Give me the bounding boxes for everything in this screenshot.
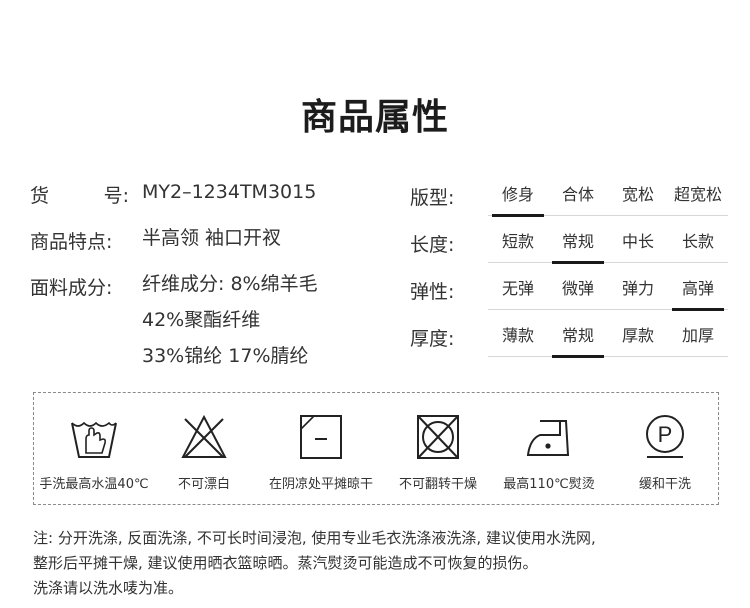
attribute-row: 厚度: 薄款 常规 厚款 加厚 <box>410 321 728 368</box>
attribute-label: 弹性: <box>410 281 455 303</box>
attribute-option-selected: 常规 <box>548 227 608 264</box>
care-item-iron: 最高110℃熨烫 <box>488 393 610 506</box>
care-item-no-tumble-dry: 不可翻转干燥 <box>388 393 488 506</box>
attribute-table: 版型: 修身 合体 宽松 超宽松 长度: 短款 常规 中长 长款 弹性: 无弹 微弹 弹力 高弹 厚度: 薄款常… <box>410 180 728 368</box>
attribute-option: 中长 <box>621 232 654 251</box>
gentle-dry-clean-icon: P <box>646 415 684 458</box>
care-item-hand-wash: 手洗最高水温40℃ <box>34 393 154 506</box>
material-line: 42%聚酯纤维 <box>142 309 261 331</box>
care-label: 缓和干洗 <box>638 477 691 492</box>
attribute-options: 薄款 常规 厚款 加厚 <box>488 321 728 358</box>
svg-text:P: P <box>658 422 673 447</box>
material-line: 33%锦纶 17%腈纶 <box>142 345 309 367</box>
attribute-option: 超宽松 <box>673 185 722 204</box>
attribute-option: 薄款 <box>501 326 534 345</box>
attribute-option-selected: 常规 <box>548 321 608 358</box>
care-notes: 注: 分开洗涤, 反面洗涤, 不可长时间浸泡, 使用专业毛衣洗涤液洗涤, 建议使… <box>33 526 733 601</box>
attribute-row: 版型: 修身 合体 宽松 超宽松 <box>410 180 728 227</box>
sku-value: MY2–1234TM3015 <box>142 181 317 203</box>
attribute-option: 微弹 <box>561 279 594 298</box>
attribute-options: 短款 常规 中长 长款 <box>488 227 728 264</box>
attribute-label: 厚度: <box>410 328 455 350</box>
note-line: 注: 分开洗涤, 反面洗涤, 不可长时间浸泡, 使用专业毛衣洗涤液洗涤, 建议使… <box>33 529 596 547</box>
sku-label: 货 号: <box>30 181 129 208</box>
no-bleach-icon <box>181 414 227 458</box>
attribute-option-selected: 修身 <box>488 180 548 217</box>
attribute-options: 修身 合体 宽松 超宽松 <box>488 180 728 217</box>
attribute-option: 无弹 <box>501 279 534 298</box>
attribute-option: 长款 <box>681 232 714 251</box>
attribute-option: 厚款 <box>621 326 654 345</box>
feature-value: 半高领 袖口开衩 <box>142 227 282 249</box>
care-item-flat-dry-shade: 在阴凉处平摊晾干 <box>254 393 388 506</box>
no-tumble-dry-icon <box>417 415 459 459</box>
attribute-option-selected: 高弹 <box>668 274 728 311</box>
material-line: 纤维成分: 8%绵羊毛 <box>142 273 318 295</box>
attribute-option: 短款 <box>501 232 534 251</box>
attribute-option: 弹力 <box>621 279 654 298</box>
note-line: 整形后平摊干燥, 建议使用晒衣篮晾晒。蒸汽熨烫可能造成不可恢复的损伤。 <box>33 554 538 572</box>
material-value: 纤维成分: 8%绵羊毛 42%聚酯纤维 33%锦纶 17%腈纶 <box>142 270 318 378</box>
care-label: 不可漂白 <box>177 477 230 492</box>
feature-row: 商品特点: 半高领 袖口开衩 <box>30 227 318 273</box>
attribute-options: 无弹 微弹 弹力 高弹 <box>488 274 728 311</box>
attribute-label: 长度: <box>410 234 455 256</box>
attribute-label: 版型: <box>410 187 455 209</box>
sku-row: 货 号: MY2–1234TM3015 <box>30 181 318 227</box>
attribute-option: 加厚 <box>681 326 714 345</box>
attribute-option: 合体 <box>561 185 594 204</box>
care-item-dry-clean: P 缓和干洗 <box>610 393 720 506</box>
care-instructions-box: 手洗最高水温40℃ 不可漂白 在阴凉处平摊晾干 不可翻转干燥 最高110℃熨烫 … <box>33 392 719 505</box>
sku-label-part-b: 号: <box>103 185 129 207</box>
product-info: 货 号: MY2–1234TM3015 商品特点: 半高领 袖口开衩 面料成分:… <box>30 181 318 367</box>
care-label: 在阴凉处平摊晾干 <box>268 477 373 492</box>
attribute-option: 宽松 <box>621 185 654 204</box>
care-item-no-bleach: 不可漂白 <box>154 393 254 506</box>
feature-label: 商品特点: <box>30 231 113 253</box>
care-label: 最高110℃熨烫 <box>503 477 595 492</box>
care-label: 手洗最高水温40℃ <box>39 477 149 492</box>
sku-label-part-a: 货 <box>30 185 50 207</box>
page-title: 商品属性 <box>300 97 449 138</box>
flat-dry-shade-icon <box>300 415 342 459</box>
hand-wash-icon <box>71 421 117 458</box>
material-row: 面料成分: 纤维成分: 8%绵羊毛 42%聚酯纤维 33%锦纶 17%腈纶 <box>30 273 318 367</box>
note-line: 洗涤请以洗水唛为准。 <box>33 579 184 597</box>
attribute-row: 长度: 短款 常规 中长 长款 <box>410 227 728 274</box>
material-label: 面料成分: <box>30 277 113 299</box>
care-label: 不可翻转干燥 <box>398 477 477 492</box>
attribute-row: 弹性: 无弹 微弹 弹力 高弹 <box>410 274 728 321</box>
iron-110-icon <box>526 420 570 456</box>
